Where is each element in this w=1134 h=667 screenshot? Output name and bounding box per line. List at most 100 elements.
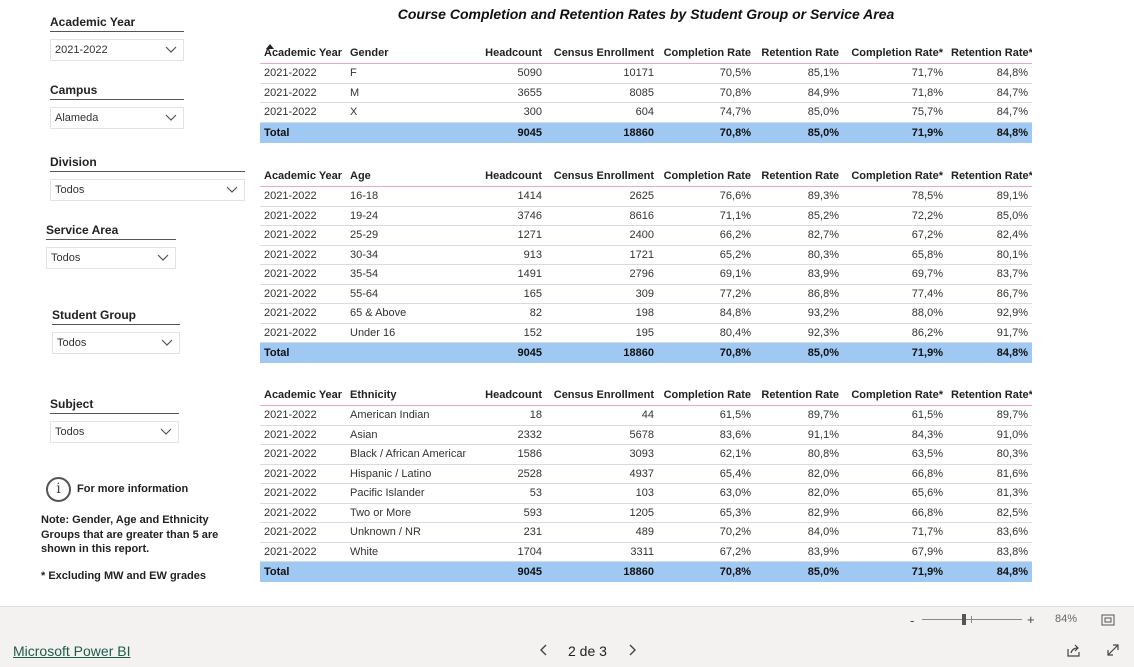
table-cell: 198 xyxy=(635,307,654,320)
table-cell: 72,2% xyxy=(911,209,943,222)
column-header: Retention Rate xyxy=(761,47,839,59)
table-row[interactable]: 2021-2022 30-34 913 1721 65,2% 80,3% 65,8% 80,1… xyxy=(260,246,1032,265)
table-cell: American Indian xyxy=(350,409,430,422)
chevron-down-icon xyxy=(226,186,238,193)
table-cell: 77,2% xyxy=(719,287,751,300)
zoom-slider-tick xyxy=(971,616,972,623)
table-cell: 67,9% xyxy=(911,545,943,558)
report-title: Course Completion and Retention Rates by… xyxy=(397,6,895,22)
table-row[interactable]: 2021-2022 Hispanic / Latino 2528 4937 65,4% 8… xyxy=(260,465,1032,484)
table-cell: 65,4% xyxy=(719,467,751,480)
column-header: Retention Rate* xyxy=(951,170,1032,182)
table-cell: 84,7% xyxy=(996,86,1028,99)
academic-year-dropdown[interactable]: 2021-2022 xyxy=(50,39,184,61)
table-row[interactable]: 2021-2022 19-24 3746 8616 71,1% 85,2% 72,2% 85,… xyxy=(260,207,1032,226)
power-bi-link[interactable]: Microsoft Power BI xyxy=(13,643,130,659)
table-cell: 25-29 xyxy=(350,229,379,242)
table-row[interactable]: 2021-2022 35-54 1491 2796 69,1% 83,9% 69,7% 83,… xyxy=(260,265,1032,285)
table-cell: 165 xyxy=(523,287,542,300)
table-cell: 604 xyxy=(635,106,654,119)
table-cell: 76,6% xyxy=(719,190,751,203)
table-row[interactable]: 2021-2022 65 & Above 82 198 84,8% 93,2% 88,0% 9… xyxy=(260,304,1032,324)
info-link-label[interactable]: For more information xyxy=(77,483,188,495)
table-cell: 67,2% xyxy=(719,545,751,558)
division-dropdown[interactable]: Todos xyxy=(50,179,245,201)
table-cell: 2021-2022 xyxy=(264,229,317,242)
table-cell: 35-54 xyxy=(350,268,379,281)
table-cell: 1414 xyxy=(517,190,542,203)
table-cell: 91,1% xyxy=(807,428,839,441)
table-row[interactable]: 2021-2022 16-18 1414 2625 76,6% 89,3% 78,5% 89,… xyxy=(260,187,1032,207)
table-cell: 65,8% xyxy=(911,248,943,261)
table-cell: 85,0% xyxy=(996,209,1028,222)
total-cell: 71,9% xyxy=(911,566,943,578)
table-cell: 92,3% xyxy=(807,326,839,339)
table-row[interactable]: 2021-2022 Unknown / NR 231 489 70,2% 84,0% 71,… xyxy=(260,523,1032,543)
table-cell: Pacific Islander xyxy=(350,487,425,500)
table-cell: Two or More xyxy=(350,506,412,519)
table-row[interactable]: 2021-2022 American Indian 18 44 61,5% 89,7% 61… xyxy=(260,406,1032,426)
table-row[interactable]: 2021-2022 Under 16 152 195 80,4% 92,3% 86,2% 91… xyxy=(260,324,1032,343)
table-cell: 84,7% xyxy=(996,106,1028,119)
chevron-left-icon[interactable] xyxy=(538,642,550,658)
zoom-in-button[interactable]: + xyxy=(1027,612,1035,627)
table-row[interactable]: 2021-2022 Black / African American 1586 309… xyxy=(260,445,1032,465)
table-cell: 3093 xyxy=(629,448,654,461)
slicer-academic-year: Academic Year 2021-2022 xyxy=(50,15,184,61)
total-cell: 71,9% xyxy=(911,347,943,359)
student-group-dropdown[interactable]: Todos xyxy=(52,332,180,354)
table-row[interactable]: 2021-2022 25-29 1271 2400 66,2% 82,7% 67,2% 82,… xyxy=(260,226,1032,246)
total-cell: 84,8% xyxy=(996,566,1028,578)
ethnicity-table: Academic Year Ethnicity Headcount Census En… xyxy=(260,380,1032,582)
table-cell: 1205 xyxy=(629,506,654,519)
table-cell: 82,0% xyxy=(807,467,839,480)
column-header: Completion Rate xyxy=(663,170,751,182)
table-row[interactable]: 2021-2022 55-64 165 309 77,2% 86,8% 77,4% 86,7% xyxy=(260,285,1032,304)
dropdown-value: Todos xyxy=(55,184,85,196)
service-area-dropdown[interactable]: Todos xyxy=(46,247,176,269)
table-cell: Hispanic / Latino xyxy=(350,467,432,480)
table-cell: 86,7% xyxy=(996,287,1028,300)
slicer-label: Subject xyxy=(50,397,179,414)
chevron-right-icon[interactable] xyxy=(626,642,638,658)
table-cell: 30-34 xyxy=(350,248,379,261)
table-cell: 66,8% xyxy=(911,506,943,519)
table-cell: 16-18 xyxy=(350,190,379,203)
table-cell: 2021-2022 xyxy=(264,545,317,558)
zoom-out-button[interactable]: - xyxy=(910,613,914,628)
table-cell: 2400 xyxy=(629,229,654,242)
table-cell: 83,9% xyxy=(807,268,839,281)
table-row[interactable]: 2021-2022 Two or More 593 1205 65,3% 82,9% 66,… xyxy=(260,504,1032,523)
table-row[interactable]: 2021-2022 F 5090 10171 70,5% 85,1% 71,7% 84,8% xyxy=(260,64,1032,84)
table-cell: 1491 xyxy=(517,268,542,281)
table-row[interactable]: 2021-2022 Asian 2332 5678 83,6% 91,1% 84,3% 91,… xyxy=(260,426,1032,445)
info-icon[interactable]: i xyxy=(46,477,71,502)
table-row[interactable]: 2021-2022 White 1704 3311 67,2% 83,9% 67,9% 83,… xyxy=(260,543,1032,562)
slicer-division: Division Todos xyxy=(50,155,245,201)
table-cell: 61,5% xyxy=(911,409,943,422)
zoom-slider-track[interactable] xyxy=(922,619,1022,620)
sort-ascending-icon[interactable] xyxy=(266,44,274,49)
column-header: Completion Rate* xyxy=(851,389,943,401)
fit-page-icon[interactable] xyxy=(1101,614,1115,626)
fullscreen-icon[interactable] xyxy=(1106,643,1120,657)
column-header: Completion Rate xyxy=(663,47,751,59)
slicer-student-group: Student Group Todos xyxy=(52,308,180,354)
column-header: Academic Year xyxy=(264,170,343,182)
table-row[interactable]: 2021-2022 X 300 604 74,7% 85,0% 75,7% 84,7% xyxy=(260,103,1032,123)
chevron-down-icon xyxy=(165,114,177,121)
table-cell: 2021-2022 xyxy=(264,467,317,480)
zoom-slider-thumb[interactable] xyxy=(962,614,966,625)
total-cell: Total xyxy=(264,347,290,359)
table-cell: 2021-2022 xyxy=(264,448,317,461)
column-header: Retention Rate xyxy=(761,170,839,182)
share-icon[interactable] xyxy=(1066,643,1081,658)
table-cell: 53 xyxy=(529,487,542,500)
table-cell: 80,3% xyxy=(807,248,839,261)
subject-dropdown[interactable]: Todos xyxy=(50,421,179,443)
table-cell: 2796 xyxy=(629,268,654,281)
table-row[interactable]: 2021-2022 Pacific Islander 53 103 63,0% 82,0%… xyxy=(260,484,1032,504)
campus-dropdown[interactable]: Alameda xyxy=(50,107,184,129)
table-row[interactable]: 2021-2022 M 3655 8085 70,8% 84,9% 71,8% 84,7% xyxy=(260,84,1032,103)
table-cell: 8616 xyxy=(629,209,654,222)
